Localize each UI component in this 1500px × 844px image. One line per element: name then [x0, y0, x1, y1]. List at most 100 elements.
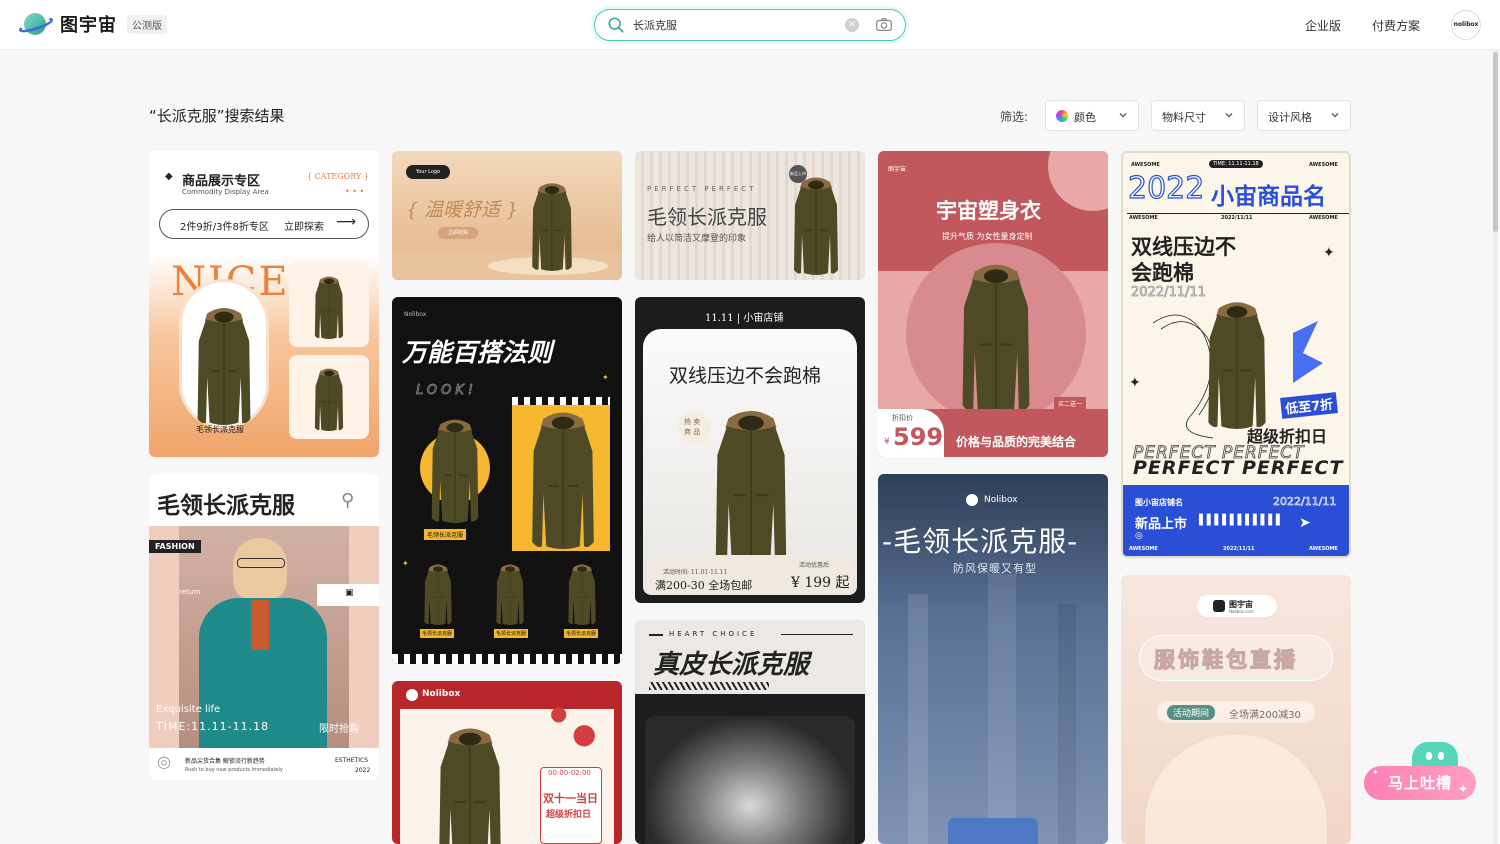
avatar[interactable]: nolibox	[1451, 10, 1481, 40]
c7-hot1: 热 卖	[684, 418, 701, 426]
arrow-right-icon: ⟶	[336, 214, 357, 230]
nav-pricing[interactable]: 付费方案	[1372, 17, 1420, 34]
filter-color-label: 颜色	[1074, 111, 1096, 124]
filter-label: 筛选:	[1000, 110, 1029, 124]
coat-image	[793, 176, 839, 275]
c7-price: ¥ 199 起	[791, 575, 850, 591]
template-card-fashion[interactable]: 毛领长派克服 ⚲ FASHION return ▣ Exquisite life…	[149, 474, 379, 780]
c8-exquisite: Exquisite life	[156, 704, 221, 715]
coat-image	[1207, 301, 1267, 429]
sparkle-icon: ✦	[1323, 245, 1335, 261]
c9-title: -毛领长派克服-	[882, 525, 1079, 558]
c2-title: { 温暖舒适 }	[406, 199, 519, 221]
cursor-icon: ➤	[1299, 515, 1311, 531]
c8-footer-cn: 新品尖货合集 解锁流行新趋势	[185, 758, 265, 765]
c5-footer-right: AWESOME	[1309, 546, 1338, 552]
filter-size[interactable]: 物料尺寸	[1151, 100, 1245, 131]
nav-enterprise[interactable]: 企业版	[1305, 17, 1341, 34]
c9-drape	[1058, 604, 1076, 844]
c8-return: return	[179, 588, 201, 596]
c8-footer-right2: 2022	[355, 767, 371, 774]
filter-size-label: 物料尺寸	[1162, 111, 1206, 124]
c5-footer-left: AWESOME	[1129, 546, 1158, 552]
c8-model-head	[233, 538, 287, 602]
c6-look: LOOK!	[416, 383, 478, 399]
diamond-icon: ◆	[165, 171, 173, 182]
c12-tag: 活动期间	[1167, 705, 1216, 720]
c12-arch	[1145, 735, 1327, 844]
c5-discount: 低至7折	[1280, 392, 1338, 419]
divider	[649, 634, 663, 636]
c8-fashion: FASHION	[149, 540, 201, 553]
camera-search-icon[interactable]	[875, 16, 893, 34]
c12-brand-sub: Nolibox.com	[1229, 609, 1254, 614]
c5-footer-mid: 2022/11/11	[1223, 546, 1255, 552]
scrollbar-thumb[interactable]	[1493, 52, 1498, 232]
template-card-versatile[interactable]: Nolibox 万能百搭法则 LOOK! ✦ 毛领长派克服 ✦ 毛领长派克服 毛…	[392, 297, 622, 664]
nolibox-logo-icon	[406, 689, 418, 701]
planet-logo-icon	[17, 11, 55, 37]
c5-date-outline: 2022/11/11	[1131, 285, 1207, 301]
nolibox-logo-icon	[966, 494, 978, 506]
clear-search-icon[interactable]: ×	[845, 18, 859, 32]
c7-deal: 满200-30 全场包邮	[655, 579, 753, 592]
fingerprint-icon: ◎	[157, 752, 171, 771]
top-header: 图宇宙 公测版 × 企业版 付费方案 nolibox	[0, 0, 1500, 50]
coat-image	[495, 564, 525, 625]
template-card-stitched[interactable]: 11.11 | 小宙店铺 双线压边不会跑棉 热 卖 商 品 活动时间: 11.0…	[635, 297, 865, 603]
c5-shop-name: 图小宙店铺名	[1135, 498, 1183, 507]
coat-image	[430, 418, 480, 523]
c12-title: 服饰鞋包直播	[1154, 648, 1298, 673]
c5-line-right: AWESOME	[1309, 215, 1338, 221]
c4-subtitle: 提升气质 为女性量身定制	[942, 232, 1033, 241]
c4-slogan: 价格与品质的完美结合	[956, 435, 1077, 449]
template-card-double-eleven[interactable]: Nolibox ● ● 00:00-02:00 双十一当日 超级折扣日	[392, 681, 622, 844]
template-card-awesome[interactable]: AWESOME TIME: 11.11-11.18 AWESOME 2022 小…	[1121, 151, 1351, 558]
c8-title: 毛领长派克服	[157, 493, 295, 519]
c5-top-right: AWESOME	[1309, 162, 1338, 168]
coat-image	[531, 411, 595, 549]
c10-brand: Nolibox	[422, 689, 461, 699]
c8-scarf	[251, 600, 269, 650]
c5-name: 小宙商品名	[1211, 184, 1326, 210]
coat-image	[438, 727, 502, 844]
c1-caption: 毛领长派克服	[196, 425, 244, 434]
c9-subtitle: 防风保暖又有型	[953, 562, 1037, 575]
c12-offer: 全场满200减30	[1229, 710, 1301, 721]
feedback-button[interactable]: 马上吐槽 ✦ ✦	[1364, 742, 1476, 802]
c6-small-label: 毛领长派克服	[420, 629, 455, 638]
template-card-leather[interactable]: HEART CHOICE 真皮长派克服	[635, 620, 865, 844]
filter-style[interactable]: 设计风格	[1257, 100, 1351, 131]
filter-color[interactable]: 颜色	[1045, 100, 1139, 131]
c6-checker-bottom	[392, 654, 622, 664]
c8-glasses	[237, 558, 285, 568]
template-card-perfect[interactable]: PERFECT PERFECT 毛领长派克服 给人以简洁又摩登的印象 新品上市	[635, 151, 865, 280]
color-wheel-icon	[1056, 110, 1068, 122]
divider	[1127, 213, 1349, 214]
c5-line-left: AWESOME	[1129, 215, 1158, 221]
brand-logo-icon	[1213, 600, 1225, 612]
c10-time: 00:00-02:00	[548, 769, 591, 777]
chevron-down-icon	[1331, 113, 1339, 118]
template-card-shaping[interactable]: 图宇宙 宇宙塑身衣 提升气质 为女性量身定制 买二送一 折扣价 ¥ 599 价格…	[878, 151, 1108, 457]
sparkle-icon: ✦	[602, 373, 609, 382]
c2-logo: Your Logo	[406, 165, 450, 179]
c6-small-label: 毛领长派克服	[564, 629, 599, 638]
c5-new-arrival: 新品上市	[1135, 517, 1188, 532]
c7-header: 11.11 | 小宙店铺	[705, 313, 784, 324]
page-title: “长派克服”搜索结果	[149, 107, 285, 125]
c10-title: 双十一当日	[543, 792, 598, 805]
search-icon[interactable]	[607, 16, 625, 34]
template-card-warm[interactable]: Your Logo { 温暖舒适 } 立即抢购	[392, 151, 622, 280]
template-card-windproof[interactable]: Nolibox -毛领长派克服- 防风保暖又有型	[878, 474, 1108, 844]
c11-title: 真皮长派克服	[653, 650, 810, 680]
c6-title: 万能百搭法则	[402, 338, 553, 367]
brand-logo[interactable]: 图宇宙 公测版	[17, 11, 167, 37]
template-card-display[interactable]: ◆ 商品展示专区 Commodity Display Area { CATEGO…	[149, 151, 379, 457]
page-scrollbar[interactable]	[1493, 50, 1498, 844]
c9-brand: Nolibox	[984, 495, 1018, 505]
template-card-live[interactable]: 图宇宙 Nolibox.com 服饰鞋包直播 活动期间 全场满200减30	[1121, 575, 1351, 844]
c1-category: { CATEGORY }	[307, 172, 369, 181]
search-input[interactable]	[633, 15, 833, 35]
barcode-icon: ▌▌▌▌▌▌▌▌▌▌▌	[1199, 515, 1284, 526]
